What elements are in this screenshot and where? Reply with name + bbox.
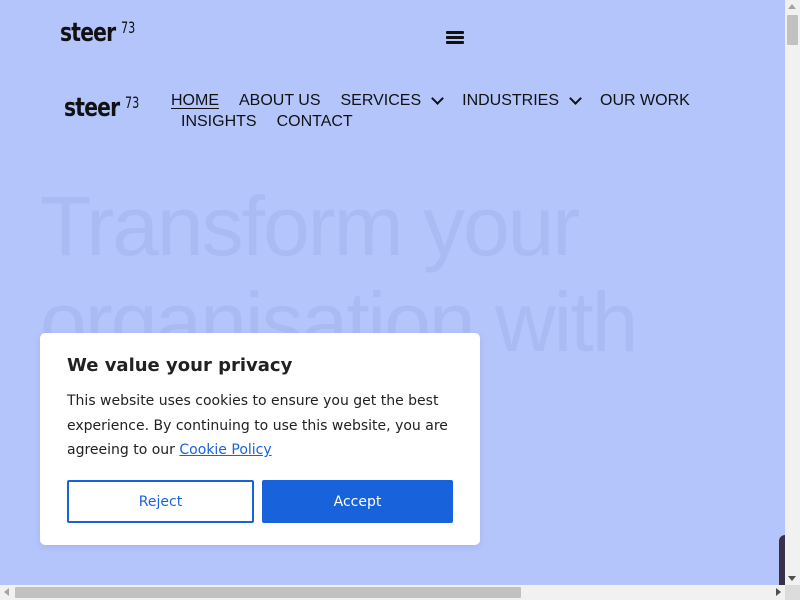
scroll-left-icon[interactable] — [4, 588, 9, 596]
scroll-down-icon[interactable] — [788, 576, 796, 581]
vertical-scroll-thumb[interactable] — [787, 15, 798, 45]
header-logo[interactable]: steer 73 — [60, 18, 141, 48]
logo-number: 73 — [125, 93, 140, 112]
scroll-up-icon[interactable] — [788, 4, 796, 9]
main-nav: HOME ABOUT US SERVICES INDUSTRIES OUR WO… — [171, 90, 691, 132]
page: steer 73 steer 73 HOME ABOUT US SERVICES… — [0, 0, 785, 585]
nav-item-industries[interactable]: INDUSTRIES — [462, 92, 582, 110]
logo-number: 73 — [121, 18, 136, 37]
nav-item-about-us[interactable]: ABOUT US — [239, 92, 321, 110]
cookie-policy-link[interactable]: Cookie Policy — [179, 442, 271, 458]
accept-button[interactable]: Accept — [262, 480, 453, 523]
chevron-down-icon — [569, 92, 582, 105]
nav-item-our-work[interactable]: OUR WORK — [600, 92, 690, 110]
cookie-consent-modal: We value your privacy This website uses … — [40, 333, 480, 545]
nav-item-insights[interactable]: INSIGHTS — [181, 113, 257, 131]
hamburger-icon[interactable] — [446, 31, 464, 44]
scroll-right-icon[interactable] — [776, 588, 781, 596]
nav-logo[interactable]: steer 73 — [64, 93, 145, 123]
scrollbar-corner — [785, 585, 800, 600]
logo-word: steer — [64, 93, 120, 123]
nav-item-services[interactable]: SERVICES — [341, 92, 444, 110]
nav-item-home[interactable]: HOME — [171, 92, 219, 110]
logo-word: steer — [60, 18, 116, 48]
cookie-description: This website uses cookies to ensure you … — [67, 389, 452, 463]
nav-item-contact[interactable]: CONTACT — [277, 113, 353, 131]
horizontal-scroll-thumb[interactable] — [15, 587, 521, 598]
chevron-down-icon — [431, 92, 444, 105]
vertical-scrollbar[interactable] — [785, 0, 800, 585]
cookie-title: We value your privacy — [67, 355, 293, 376]
horizontal-scrollbar[interactable] — [0, 585, 785, 600]
reject-button[interactable]: Reject — [67, 480, 254, 523]
hero-line-1: Transform your — [40, 179, 580, 273]
